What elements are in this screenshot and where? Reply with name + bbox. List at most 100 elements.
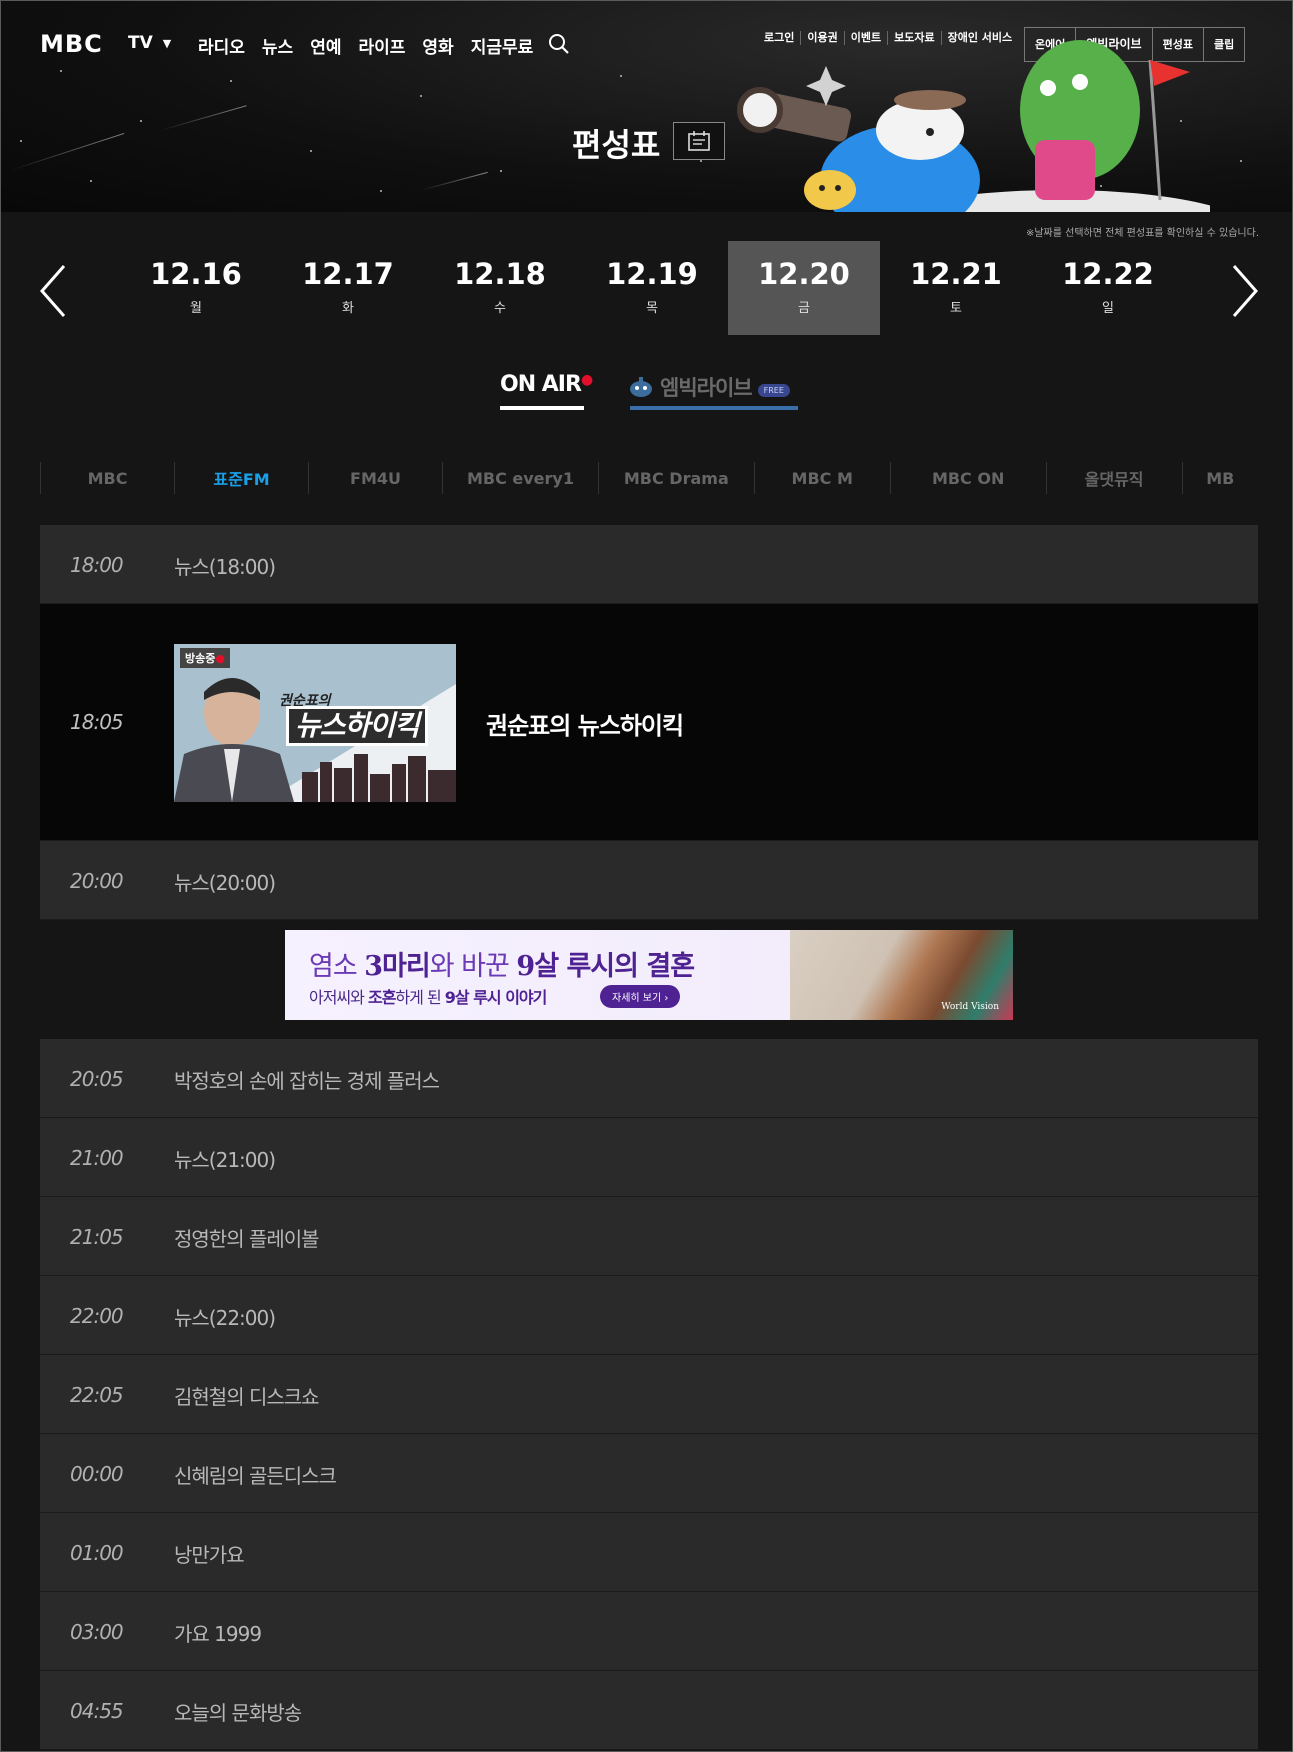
schedule-row[interactable]: 04:55 오늘의 문화방송 xyxy=(40,1671,1258,1750)
schedule-row[interactable]: 20:00 뉴스(20:00) xyxy=(40,841,1258,920)
calendar-icon xyxy=(688,131,710,151)
schedule-title: 뉴스(18:00) xyxy=(174,555,276,579)
schedule-row[interactable]: 20:05 박정호의 손에 잡히는 경제 플러스 xyxy=(40,1039,1258,1118)
nav-news[interactable]: 뉴스 xyxy=(262,33,293,58)
date-item[interactable]: 12.19 목 xyxy=(576,241,728,335)
schedule-title: 박정호의 손에 잡히는 경제 플러스 xyxy=(174,1069,440,1093)
tv-menu-label: TV xyxy=(128,33,153,53)
channel-standard-fm[interactable]: 표준FM xyxy=(174,462,308,494)
weekday-label: 목 xyxy=(646,301,658,316)
date-value: 12.19 xyxy=(606,257,698,291)
ad-more-button[interactable]: 자세히 보기 › xyxy=(600,985,681,1008)
tab-active-indicator xyxy=(500,406,584,410)
channel-fm4u[interactable]: FM4U xyxy=(308,462,442,494)
schedule-title: 뉴스(21:00) xyxy=(174,1148,276,1172)
date-item-selected[interactable]: 12.20 금 xyxy=(728,241,880,335)
date-value: 12.16 xyxy=(150,257,242,291)
mascot-illustration xyxy=(737,40,1210,212)
schedule-title: 낭만가요 xyxy=(174,1543,245,1567)
caret-down-icon: ▼ xyxy=(162,36,172,50)
schedule-row[interactable]: 21:05 정영한의 플레이볼 xyxy=(40,1197,1258,1276)
date-value: 12.20 xyxy=(758,257,850,291)
tab-mbic-live[interactable]: 엠빅라이브 FREE xyxy=(628,372,790,402)
calendar-button[interactable] xyxy=(673,122,725,160)
date-value: 12.21 xyxy=(910,257,1002,291)
schedule-time: 20:05 xyxy=(70,1067,124,1091)
nav-life[interactable]: 라이프 xyxy=(358,33,405,58)
schedule-row[interactable]: 18:00 뉴스(18:00) xyxy=(40,525,1258,604)
channel-mbc-on[interactable]: MBC ON xyxy=(889,462,1046,494)
date-item[interactable]: 12.17 화 xyxy=(272,241,424,335)
channel-mbc-m[interactable]: MBC M xyxy=(753,462,890,494)
schedule-time: 00:00 xyxy=(70,1462,124,1486)
date-item[interactable]: 12.16 월 xyxy=(120,241,272,335)
channel-drama[interactable]: MBC Drama xyxy=(597,462,754,494)
schedule-title: 김현철의 디스크쇼 xyxy=(174,1385,320,1409)
schedule-time: 22:00 xyxy=(70,1304,124,1328)
streak-decoration xyxy=(9,132,125,171)
mbc-logo[interactable]: MBC xyxy=(40,30,103,58)
tab-mbic-underline xyxy=(630,406,798,410)
schedule-time: 20:00 xyxy=(70,869,124,893)
channel-partial[interactable]: MB xyxy=(1181,462,1258,494)
schedule-time: 18:00 xyxy=(70,553,124,577)
ad-subline: 아저씨와 조혼하게 된 9살 루시 이야기 xyxy=(309,988,547,1007)
next-week-arrow-icon[interactable] xyxy=(1222,262,1262,320)
schedule-row[interactable]: 21:00 뉴스(21:00) xyxy=(40,1118,1258,1197)
nav-movie[interactable]: 영화 xyxy=(422,33,453,58)
prev-week-arrow-icon[interactable] xyxy=(36,262,76,320)
schedule-title: 뉴스(20:00) xyxy=(174,871,276,895)
tab-mbic-label: 엠빅라이브 xyxy=(660,376,753,400)
nav-free-now[interactable]: 지금무료 xyxy=(471,33,534,58)
channel-every1[interactable]: MBC every1 xyxy=(442,462,598,494)
schedule-row[interactable]: 01:00 낭만가요 xyxy=(40,1513,1258,1592)
main-nav: 라디오 뉴스 연예 라이프 영화 지금무료 xyxy=(198,33,533,58)
program-thumbnail[interactable]: 방송중● 권순표의 뉴스하이킥 xyxy=(174,644,456,802)
schedule-row[interactable]: 00:00 신혜림의 골든디스크 xyxy=(40,1434,1258,1513)
tab-onair-label: ON AIR xyxy=(500,372,582,397)
schedule-row[interactable]: 22:05 김현철의 디스크쇼 xyxy=(40,1355,1258,1434)
tv-menu[interactable]: TV ▼ xyxy=(128,33,171,53)
ad-brand-logo: World Vision xyxy=(941,1002,999,1012)
date-value: 12.17 xyxy=(302,257,394,291)
thumbnail-title: 뉴스하이킥 xyxy=(286,706,428,746)
channel-list: MBC 표준FM FM4U MBC every1 MBC Drama MBC M… xyxy=(40,462,1258,494)
weekday-label: 수 xyxy=(494,301,506,316)
nav-radio[interactable]: 라디오 xyxy=(198,33,245,58)
schedule-title: 가요 1999 xyxy=(174,1622,262,1646)
onair-badge: 방송중● xyxy=(180,648,230,668)
schedule-time: 22:05 xyxy=(70,1383,124,1407)
schedule-title: 뉴스(22:00) xyxy=(174,1306,276,1330)
date-note: ※날짜를 선택하면 전체 편성표를 확인하실 수 있습니다. xyxy=(1025,228,1259,239)
page-header: MBC TV ▼ 라디오 뉴스 연예 라이프 영화 지금무료 로그인 이용권 이… xyxy=(0,0,1293,212)
schedule-title: 신혜림의 골든디스크 xyxy=(174,1464,337,1488)
schedule-time: 18:05 xyxy=(70,710,124,734)
schedule-title-live: 권순표의 뉴스하이킥 xyxy=(486,712,684,740)
weekday-label: 금 xyxy=(798,301,810,316)
nav-entertainment[interactable]: 연예 xyxy=(310,33,341,58)
search-icon[interactable] xyxy=(548,33,570,55)
schedule-time: 03:00 xyxy=(70,1620,124,1644)
date-selector: 12.16 월 12.17 화 12.18 수 12.19 목 12.20 금 12.21… xyxy=(120,241,1184,335)
date-item[interactable]: 12.21 토 xyxy=(880,241,1032,335)
schedule-title: 정영한의 플레이볼 xyxy=(174,1227,320,1251)
channel-allthatmusic[interactable]: 올댓뮤직 xyxy=(1045,462,1182,494)
schedule-row[interactable]: 22:00 뉴스(22:00) xyxy=(40,1276,1258,1355)
schedule-time: 01:00 xyxy=(70,1541,124,1565)
streak-decoration xyxy=(419,171,488,191)
schedule-row[interactable]: 03:00 가요 1999 xyxy=(40,1592,1258,1671)
streak-decoration xyxy=(159,105,247,131)
ad-banner[interactable]: 염소 3마리와 바꾼 9살 루시의 결혼 아저씨와 조혼하게 된 9살 루시 이… xyxy=(285,930,1013,1020)
date-value: 12.22 xyxy=(1062,257,1154,291)
weekday-label: 일 xyxy=(1102,301,1114,316)
schedule-time: 21:05 xyxy=(70,1225,124,1249)
date-value: 12.18 xyxy=(454,257,546,291)
channel-mbc[interactable]: MBC xyxy=(40,462,174,494)
date-item[interactable]: 12.22 일 xyxy=(1032,241,1184,335)
date-item[interactable]: 12.18 수 xyxy=(424,241,576,335)
schedule-time: 21:00 xyxy=(70,1146,124,1170)
schedule-row-live[interactable]: 18:05 방송중● 권순표의 뉴스하이킥 권순표의 뉴스하이킥 xyxy=(40,604,1258,841)
mbic-mascot-icon xyxy=(630,377,652,397)
weekday-label: 화 xyxy=(342,301,354,316)
tab-onair[interactable]: ON AIR● xyxy=(500,372,593,397)
